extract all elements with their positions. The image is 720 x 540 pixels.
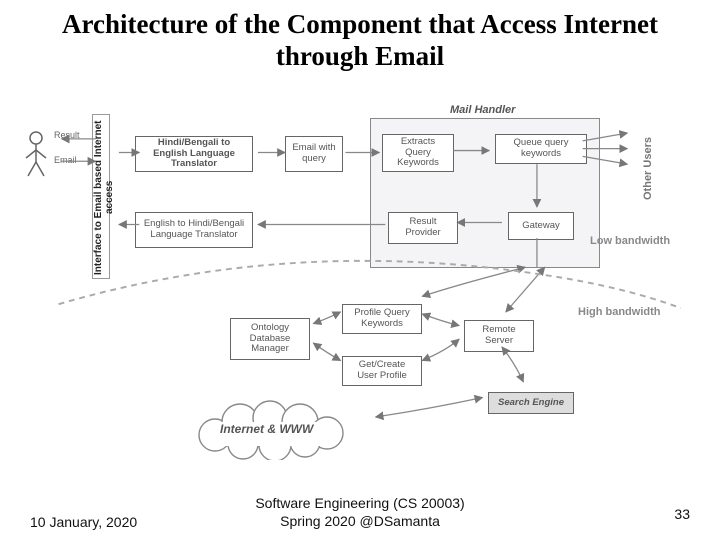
box-result-provider: Result Provider xyxy=(388,212,458,244)
box-remote-server: Remote Server xyxy=(464,320,534,352)
page-title: Architecture of the Component that Acces… xyxy=(0,0,720,73)
box-email-query: Email with query xyxy=(285,136,343,172)
actor-icon xyxy=(22,130,50,183)
box-ontology: Ontology Database Manager xyxy=(230,318,310,360)
box-gateway: Gateway xyxy=(508,212,574,240)
actor-email-label: Email xyxy=(54,155,77,165)
high-bandwidth-label: High bandwidth xyxy=(578,306,660,318)
footer-author: Spring 2020 @DSamanta xyxy=(0,513,720,531)
box-profile: Profile Query Keywords xyxy=(342,304,422,334)
actor-result-label: Result xyxy=(54,130,80,140)
other-users-label: Other Users xyxy=(642,130,654,200)
cloud-label: Internet & WWW xyxy=(220,422,313,436)
architecture-diagram: Result Email Interface to Email based In… xyxy=(30,100,690,450)
box-queue: Queue query keywords xyxy=(495,134,587,164)
box-get-profile: Get/Create User Profile xyxy=(342,356,422,386)
footer-page: 33 xyxy=(674,506,690,522)
box-extracts: Extracts Query Keywords xyxy=(382,134,454,172)
box-search-engine: Search Engine xyxy=(488,392,574,414)
mail-handler-title: Mail Handler xyxy=(450,104,515,116)
low-bandwidth-label: Low bandwidth xyxy=(590,235,670,247)
footer-course: Software Engineering (CS 20003) xyxy=(0,495,720,513)
interface-label: Interface to Email based Internet access xyxy=(93,120,115,275)
box-translator-out: English to Hindi/Bengali Language Transl… xyxy=(135,212,253,248)
box-translator-in: Hindi/Bengali to English Language Transl… xyxy=(135,136,253,172)
